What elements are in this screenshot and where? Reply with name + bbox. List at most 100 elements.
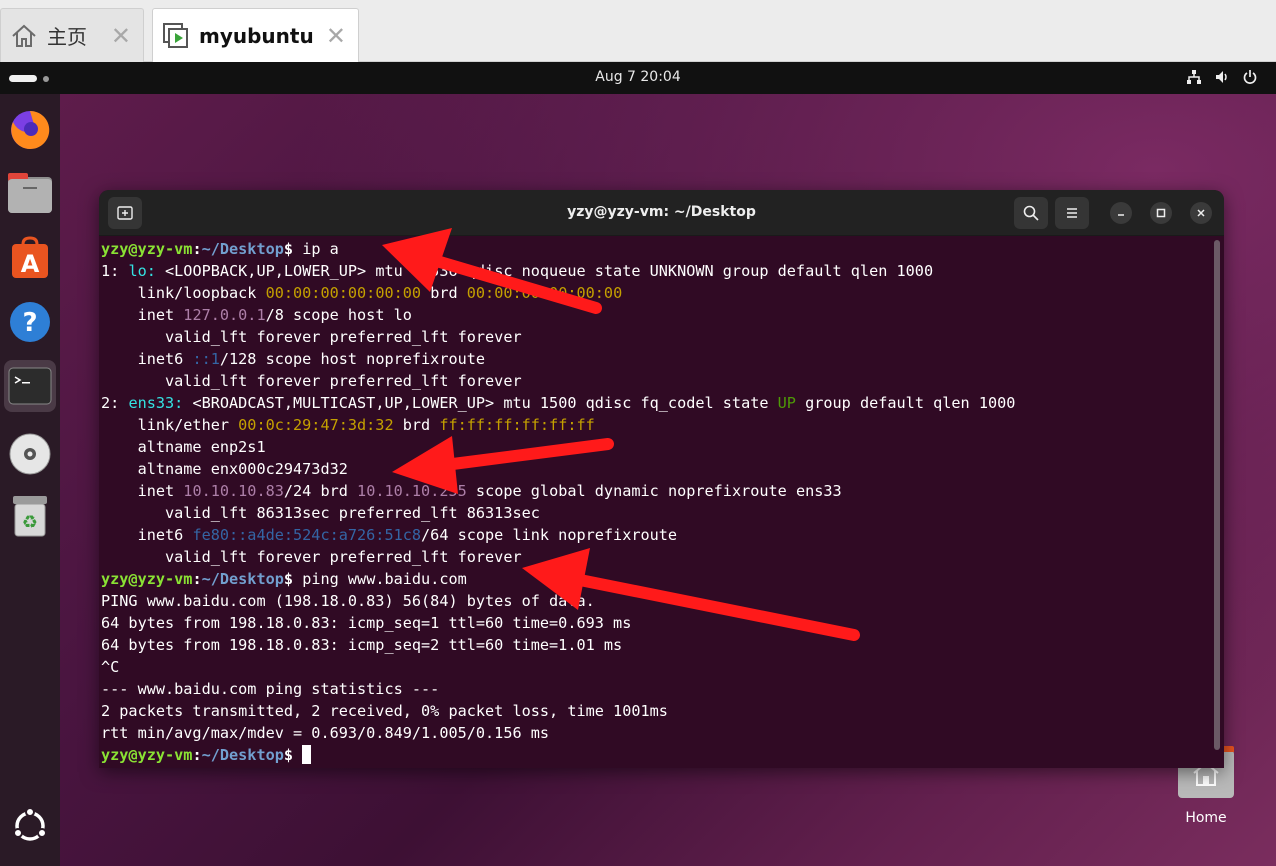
tab-myubuntu[interactable]: myubuntu ✕	[152, 8, 359, 62]
output-text: valid_lft 86313sec preferred_lft 86313se…	[101, 504, 540, 522]
disc-icon[interactable]	[4, 428, 56, 480]
mac-address: 00:00:00:00:00:00	[265, 284, 422, 302]
terminal-line: 1: lo: <LOOPBACK,UP,LOWER_UP> mtu 65536 …	[101, 260, 1213, 282]
prompt-path: ~/Desktop	[201, 746, 284, 764]
terminal-line: inet6 fe80::a4de:524c:a726:51c8/64 scope…	[101, 524, 1213, 546]
inet6-scope: /64 scope link noprefixroute	[421, 526, 678, 544]
svg-text:A: A	[21, 250, 40, 278]
output-text: valid_lft forever preferred_lft forever	[101, 372, 522, 390]
terminal-line: 2 packets transmitted, 2 received, 0% pa…	[101, 700, 1213, 722]
gnome-top-bar: Aug 7 20:04	[0, 62, 1276, 94]
inet-scope: /8 scope host lo	[265, 306, 412, 324]
terminal-window[interactable]: yzy@yzy-vm: ~/Desktop yzy@yzy-vm:~/Deskt…	[99, 190, 1224, 768]
system-tray[interactable]	[1186, 69, 1258, 85]
app-center-icon[interactable]: A	[4, 232, 56, 284]
output-text: altname enx000c29473d32	[101, 460, 348, 478]
prompt-colon: :	[192, 240, 202, 258]
maximize-button[interactable]	[1150, 202, 1172, 224]
home-folder-label: Home	[1185, 810, 1227, 826]
link-label: link/ether	[101, 416, 239, 434]
iface-tail: group default qlen 1000	[795, 394, 1016, 412]
terminal-icon[interactable]	[4, 360, 56, 412]
ipv4-address: 10.10.10.83	[183, 482, 284, 500]
output-text: altname enp2s1	[101, 438, 266, 456]
prompt-dollar: $	[283, 570, 294, 588]
terminal-line: --- www.baidu.com ping statistics ---	[101, 678, 1213, 700]
terminal-line: ^C	[101, 656, 1213, 678]
help-icon[interactable]: ?	[4, 296, 56, 348]
terminal-line: 2: ens33: <BROADCAST,MULTICAST,UP,LOWER_…	[101, 392, 1213, 414]
terminal-scrollbar[interactable]	[1214, 240, 1220, 750]
terminal-line: link/ether 00:0c:29:47:3d:32 brd ff:ff:f…	[101, 414, 1213, 436]
prompt-user: yzy@yzy-vm	[101, 746, 193, 764]
trash-icon[interactable]: ♻	[4, 490, 56, 542]
ipv4-address: 127.0.0.1	[183, 306, 266, 324]
inet6-scope: /128 scope host noprefixroute	[219, 350, 486, 368]
output-text: valid_lft forever preferred_lft forever	[101, 328, 522, 346]
ipv6-address: fe80::a4de:524c:a726:51c8	[192, 526, 422, 544]
mac-broadcast: 00:00:00:00:00:00	[466, 284, 623, 302]
close-icon[interactable]: ✕	[326, 24, 346, 48]
link-label: link/loopback	[101, 284, 266, 302]
output-text: valid_lft forever preferred_lft forever	[101, 548, 522, 566]
output-text: --- www.baidu.com ping statistics ---	[101, 680, 440, 698]
prompt-colon: :	[192, 570, 202, 588]
terminal-line: inet6 ::1/128 scope host noprefixroute	[101, 348, 1213, 370]
prompt-colon: :	[192, 746, 202, 764]
output-text: 2 packets transmitted, 2 received, 0% pa…	[101, 702, 668, 720]
close-icon[interactable]: ✕	[111, 24, 131, 48]
command-text: ping www.baidu.com	[293, 570, 467, 588]
iface-flags: <BROADCAST,MULTICAST,UP,LOWER_UP> mtu 15…	[183, 394, 778, 412]
output-text: 64 bytes from 198.18.0.83: icmp_seq=2 tt…	[101, 636, 623, 654]
terminal-line: altname enp2s1	[101, 436, 1213, 458]
inet6-label: inet6	[101, 526, 193, 544]
menu-button[interactable]	[1055, 197, 1089, 229]
ipv4-broadcast: 10.10.10.255	[357, 482, 467, 500]
firefox-icon[interactable]	[4, 104, 56, 156]
terminal-line: inet 10.10.10.83/24 brd 10.10.10.255 sco…	[101, 480, 1213, 502]
search-button[interactable]	[1014, 197, 1048, 229]
close-button[interactable]	[1190, 202, 1212, 224]
svg-text:♻: ♻	[22, 512, 38, 533]
output-text: ^C	[101, 658, 120, 676]
inet-scope: scope global dynamic noprefixroute ens33	[466, 482, 842, 500]
tab-home[interactable]: 主页 ✕	[0, 8, 144, 62]
prompt-user: yzy@yzy-vm	[101, 240, 193, 258]
mac-broadcast: ff:ff:ff:ff:ff:ff	[439, 416, 595, 434]
command-text: ip a	[293, 240, 339, 258]
inet6-label: inet6	[101, 350, 193, 368]
text-cursor	[302, 745, 312, 764]
power-icon	[1242, 69, 1258, 85]
dock: A ? ♻	[0, 94, 60, 866]
iface-state: UP	[777, 394, 796, 412]
vm-icon	[161, 21, 191, 51]
show-apps-icon[interactable]	[4, 800, 56, 852]
prompt-path: ~/Desktop	[201, 570, 284, 588]
tab-myubuntu-label: myubuntu	[199, 23, 314, 48]
terminal-line: valid_lft forever preferred_lft forever	[101, 546, 1213, 568]
brd-label: /24 brd	[283, 482, 358, 500]
terminal-headerbar[interactable]: yzy@yzy-vm: ~/Desktop	[99, 190, 1224, 236]
terminal-output[interactable]: yzy@yzy-vm:~/Desktop$ ip a 1: lo: <LOOPBA…	[101, 238, 1213, 768]
iface-name: lo:	[128, 262, 156, 280]
mac-address: 00:0c:29:47:3d:32	[238, 416, 394, 434]
volume-icon	[1214, 69, 1230, 85]
iface-name: ens33:	[128, 394, 184, 412]
output-text: rtt min/avg/max/mdev = 0.693/0.849/1.005…	[101, 724, 550, 742]
iface-index: 1:	[101, 262, 129, 280]
home-icon	[9, 21, 39, 51]
files-icon[interactable]	[4, 168, 56, 220]
brd-label: brd	[393, 416, 440, 434]
terminal-line: altname enx000c29473d32	[101, 458, 1213, 480]
terminal-line: PING www.baidu.com (198.18.0.83) 56(84) …	[101, 590, 1213, 612]
iface-flags: <LOOPBACK,UP,LOWER_UP> mtu 65536 qdisc n…	[155, 262, 934, 280]
brd-label: brd	[421, 284, 467, 302]
minimize-button[interactable]	[1110, 202, 1132, 224]
clock[interactable]: Aug 7 20:04	[595, 69, 681, 85]
network-icon	[1186, 69, 1202, 85]
inet-label: inet	[101, 482, 184, 500]
prompt-dollar: $	[283, 746, 294, 764]
terminal-line: yzy@yzy-vm:~/Desktop$ ping www.baidu.com	[101, 568, 1213, 590]
terminal-line: link/loopback 00:00:00:00:00:00 brd 00:0…	[101, 282, 1213, 304]
inet-label: inet	[101, 306, 184, 324]
